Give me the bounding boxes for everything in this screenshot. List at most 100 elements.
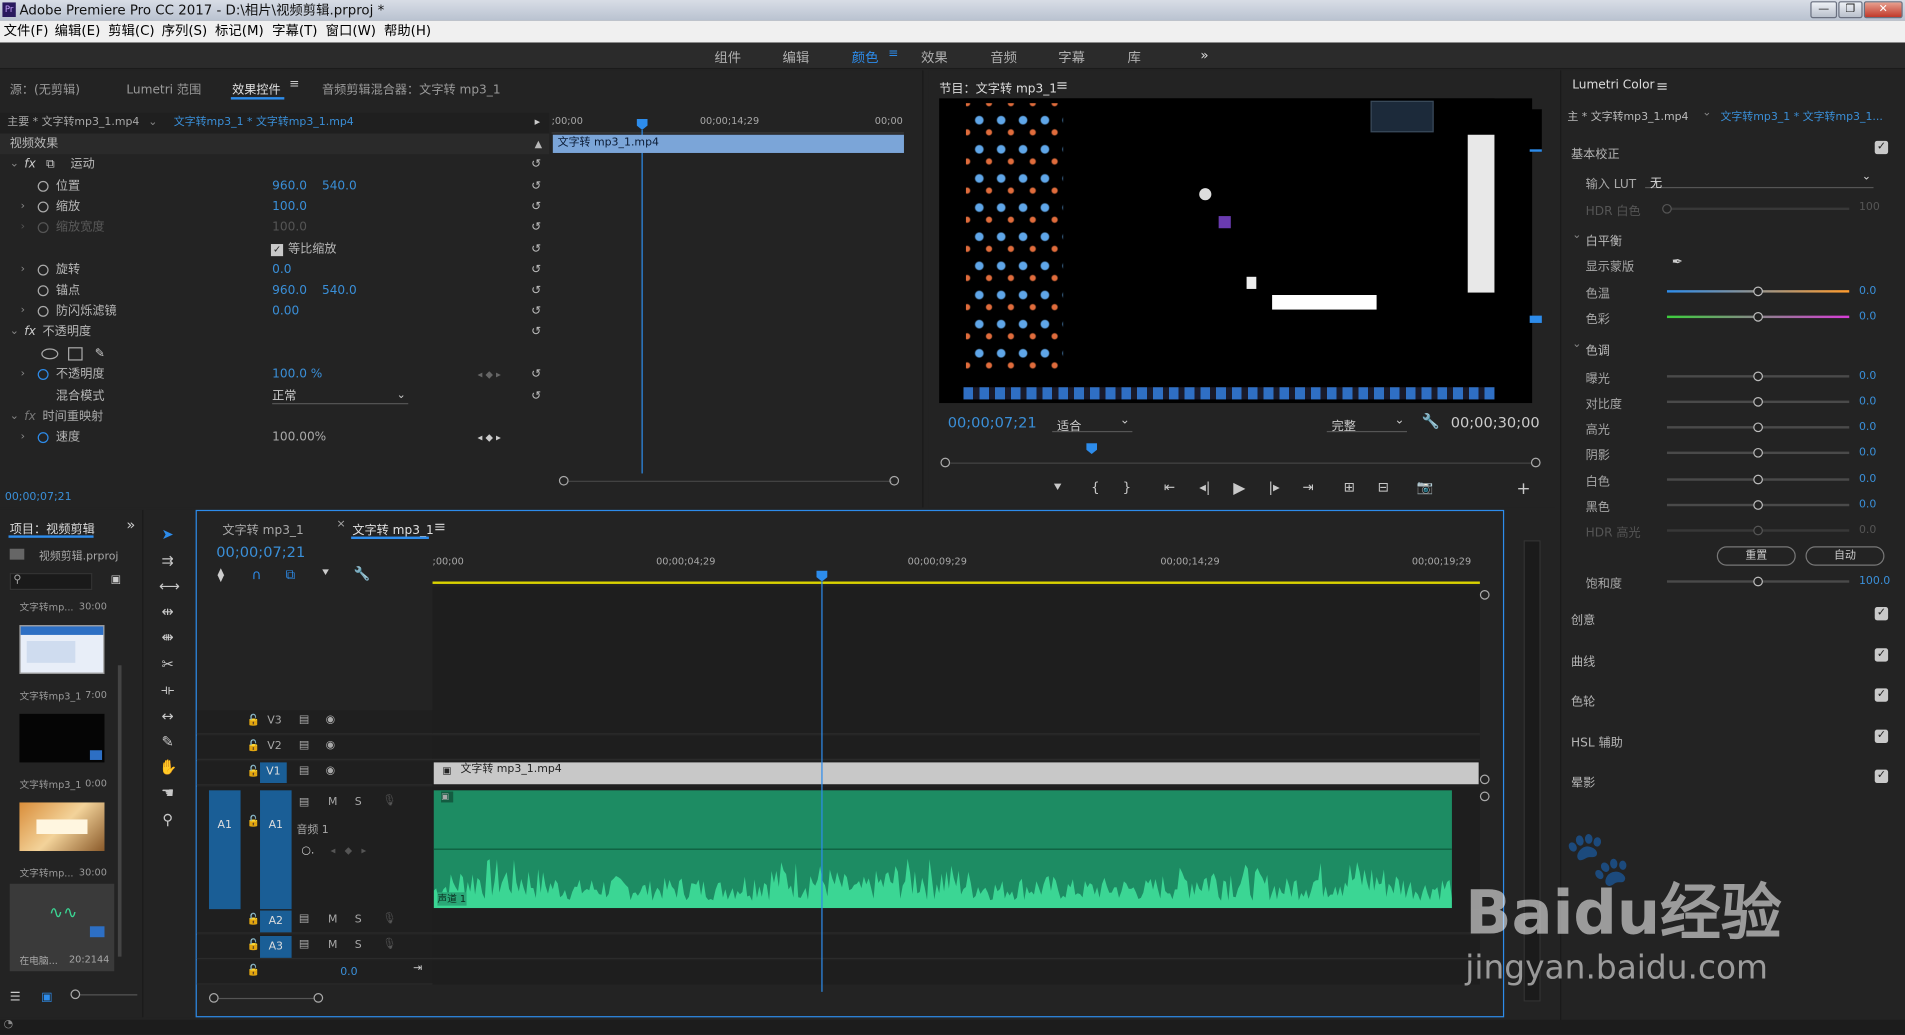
pen-mask-icon[interactable]: ✎: [95, 344, 105, 365]
saturation-value[interactable]: 100.0: [1859, 575, 1890, 587]
tone-slider-0[interactable]: [1666, 371, 1850, 382]
creative-checkbox[interactable]: ✓: [1874, 607, 1889, 621]
timeline-empty-area[interactable]: [432, 586, 1480, 711]
list-view-icon[interactable]: ☰: [10, 991, 21, 1004]
lumetri-tab[interactable]: Lumetri Color: [1572, 79, 1654, 92]
time-remap-row[interactable]: ⌄ fx 时间重映射: [0, 407, 549, 428]
lock-icon[interactable]: 🔓: [247, 741, 261, 753]
project-item-thumbnail[interactable]: [19, 713, 105, 763]
tone-label[interactable]: 色调: [1586, 340, 1610, 358]
go-to-in-icon[interactable]: ⇤: [1164, 480, 1175, 496]
hand-tool-icon[interactable]: ☚: [159, 784, 176, 801]
reset-icon[interactable]: ↺: [531, 217, 541, 238]
lumetri-sequence-clip[interactable]: 文字转mp3_1 * 文字转mp3_1...: [1720, 108, 1882, 124]
hand-tool-icon[interactable]: ✋: [159, 759, 177, 776]
tone-value-3[interactable]: 0.0: [1859, 447, 1876, 459]
voiceover-mic-icon[interactable]: 🎙: [383, 913, 397, 925]
sync-lock-icon[interactable]: ▤: [299, 938, 309, 950]
chevron-right-icon[interactable]: ›: [21, 427, 25, 448]
tab-lumetri-scopes[interactable]: Lumetri 范围: [126, 79, 201, 97]
ec-clip-bar[interactable]: 文字转 mp3_1.mp4: [552, 134, 904, 153]
project-tab[interactable]: 项目：视频剪辑: [10, 518, 95, 536]
timeline-ruler[interactable]: ;00;00 00;00;04;29 00;00;09;29 00;00;14;…: [432, 552, 1480, 584]
step-forward-icon[interactable]: |▸: [1268, 480, 1279, 496]
project-item-thumbnail[interactable]: [19, 802, 105, 852]
chevron-down-icon[interactable]: ⌄: [148, 113, 157, 134]
tone-slider-3[interactable]: [1666, 447, 1850, 458]
nest-icon[interactable]: ⧫: [217, 567, 224, 583]
track-label-v3[interactable]: V3: [267, 715, 281, 727]
hsl-secondary-checkbox[interactable]: ✓: [1874, 729, 1889, 743]
reset-icon[interactable]: ↺: [531, 322, 541, 343]
blend-mode-select[interactable]: 正常 ⌄: [272, 388, 409, 405]
program-video-frame[interactable]: [939, 98, 1533, 404]
workspace-editing[interactable]: 编辑: [782, 47, 809, 66]
slip-tool-icon[interactable]: ⟛: [159, 681, 176, 698]
reset-icon[interactable]: ↺: [531, 364, 541, 385]
button-editor-icon[interactable]: +: [1516, 480, 1530, 499]
keyframe-nav-icon[interactable]: ◂ ◆ ▸: [477, 364, 500, 385]
tone-value-4[interactable]: 0.0: [1859, 473, 1876, 485]
stopwatch-icon[interactable]: [37, 369, 49, 380]
mark-in-icon[interactable]: {: [1091, 480, 1100, 496]
menu-help[interactable]: 帮助(H): [384, 21, 431, 43]
pen-tool-icon[interactable]: ✎: [159, 733, 176, 750]
vignette-header[interactable]: 晕影: [1571, 772, 1595, 790]
timeline-zoom-scroll[interactable]: [208, 993, 324, 1005]
menu-file[interactable]: 文件(F): [4, 21, 49, 43]
chevron-right-icon[interactable]: ›: [21, 301, 25, 322]
panel-menu-icon[interactable]: ≡: [1656, 78, 1668, 95]
zoom-tool-icon[interactable]: ⚲: [159, 811, 176, 828]
eye-icon[interactable]: ◉: [326, 714, 336, 726]
reset-icon[interactable]: ↺: [531, 239, 541, 260]
basic-correction-checkbox[interactable]: ✓: [1874, 140, 1889, 155]
tone-value-0[interactable]: 0.0: [1859, 370, 1876, 382]
vignette-checkbox[interactable]: ✓: [1874, 769, 1889, 784]
ec-ruler[interactable]: ;00;00 00;00;14;29 00;00: [551, 113, 904, 134]
fx-badge-icon[interactable]: fx: [24, 154, 35, 175]
sync-lock-icon[interactable]: ▤: [299, 739, 309, 751]
mute-button[interactable]: M: [328, 914, 337, 926]
timeline-tab-1[interactable]: 文字转 mp3_1: [222, 520, 303, 537]
color-wheels-header[interactable]: 色轮: [1571, 691, 1595, 709]
sync-lock-icon[interactable]: ▤: [299, 796, 309, 808]
project-scrollbar[interactable]: [117, 665, 122, 957]
source-patch-a1[interactable]: A1: [208, 790, 241, 910]
temperature-value[interactable]: 0.0: [1859, 285, 1876, 297]
tab-source[interactable]: 源：(无剪辑): [10, 79, 80, 97]
play-only-icon[interactable]: ▸: [535, 113, 541, 134]
volume-knob-icon[interactable]: ○.: [301, 845, 314, 857]
anchor-y-value[interactable]: 540.0: [322, 280, 357, 301]
chevron-right-icon[interactable]: ›: [21, 260, 25, 281]
timeline-timecode[interactable]: 00;00;07;21: [216, 544, 305, 561]
mark-out-icon[interactable]: }: [1123, 480, 1132, 496]
position-x-value[interactable]: 960.0: [272, 176, 307, 197]
add-marker-icon[interactable]: ⯆: [321, 567, 331, 580]
hsl-secondary-header[interactable]: HSL 辅助: [1571, 732, 1623, 750]
tone-value-1[interactable]: 0.0: [1859, 396, 1876, 408]
anchor-x-value[interactable]: 960.0: [272, 280, 307, 301]
track-v3[interactable]: [432, 710, 1480, 735]
menu-window[interactable]: 窗口(W): [326, 21, 376, 43]
eyedropper-icon[interactable]: ✒: [1672, 254, 1683, 270]
eye-icon[interactable]: ◉: [326, 739, 336, 751]
uniform-scale-checkbox[interactable]: ✓: [270, 244, 284, 257]
chevron-down-icon[interactable]: ⌄: [1702, 107, 1711, 119]
menu-clip[interactable]: 剪辑(C): [108, 21, 154, 43]
close-icon[interactable]: ×: [337, 518, 346, 530]
master-track[interactable]: [432, 960, 1480, 985]
menu-edit[interactable]: 编辑(E): [55, 21, 101, 43]
master-clip-label[interactable]: 主要 * 文字转mp3_1.mp4: [7, 113, 139, 134]
basic-correction-header[interactable]: 基本校正: [1571, 143, 1620, 161]
lock-icon[interactable]: 🔓: [247, 766, 261, 778]
solo-button[interactable]: S: [355, 940, 362, 952]
track-label-a1[interactable]: A1: [260, 790, 292, 910]
icon-view-icon[interactable]: ▣: [41, 991, 52, 1004]
chevron-down-icon[interactable]: ⌄: [1572, 229, 1581, 241]
reset-icon[interactable]: ↺: [531, 176, 541, 197]
snap-icon[interactable]: ∩: [252, 567, 262, 583]
project-item-thumbnail[interactable]: [19, 625, 105, 674]
keyframe-nav-icon[interactable]: ◂ ◆ ▸: [330, 845, 366, 856]
minimize-button[interactable]: —: [1810, 1, 1838, 19]
white-balance-label[interactable]: 白平衡: [1586, 231, 1622, 249]
